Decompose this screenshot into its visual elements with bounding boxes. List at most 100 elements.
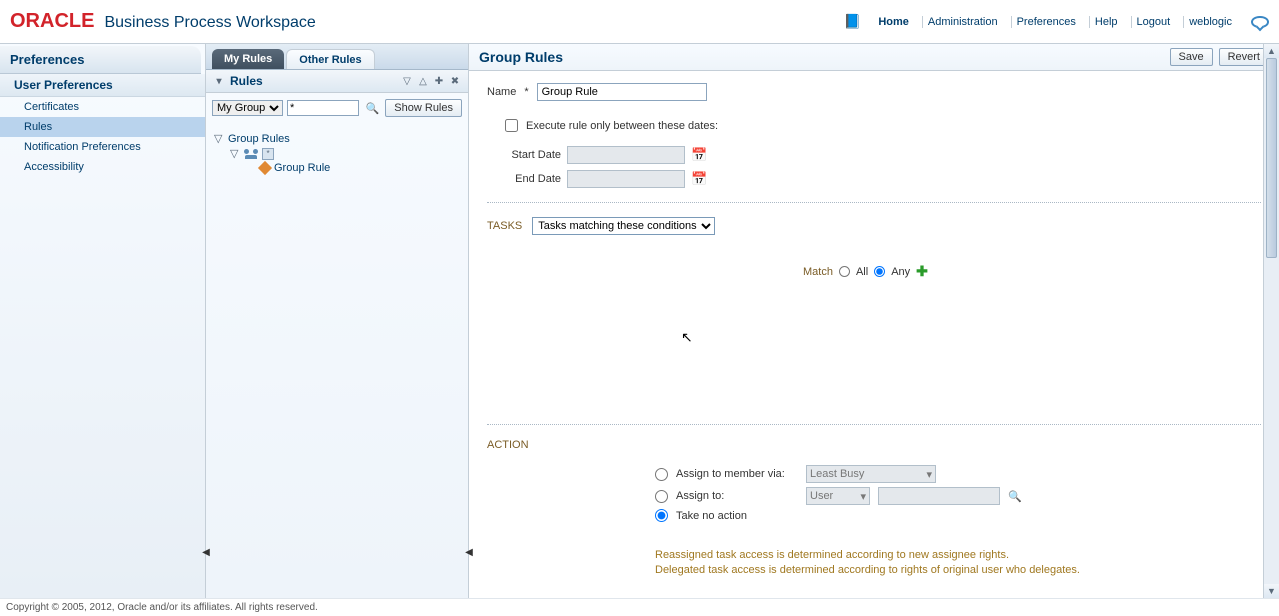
calendar-icon[interactable]: 📅 xyxy=(691,147,707,163)
tab-other-rules[interactable]: Other Rules xyxy=(286,49,374,69)
start-date-row: Start Date 📅 xyxy=(505,146,1261,164)
info-text: Reassigned task access is determined acc… xyxy=(655,548,1261,579)
scrollbar[interactable]: ▲ ▼ xyxy=(1263,44,1279,598)
oracle-logo: ORACLE xyxy=(10,10,94,33)
search-icon[interactable]: 🔍 xyxy=(363,99,381,117)
tree-toggle-icon[interactable]: ▽ xyxy=(214,132,224,145)
scroll-up-icon[interactable]: ▲ xyxy=(1264,44,1279,58)
info-line-2: Delegated task access is determined acco… xyxy=(655,563,1261,578)
pref-item-rules[interactable]: Rules xyxy=(0,117,205,137)
nav-user[interactable]: weblogic xyxy=(1183,16,1237,28)
rules-tabs: My Rules Other Rules xyxy=(206,44,468,70)
match-any-radio[interactable] xyxy=(874,266,885,277)
action-take-none-label: Take no action xyxy=(676,510,747,522)
splitter-center[interactable]: ◀ xyxy=(466,44,472,598)
save-button[interactable]: Save xyxy=(1170,48,1213,66)
chat-icon[interactable] xyxy=(1251,16,1269,28)
app-title: Business Process Workspace xyxy=(104,14,315,32)
splitter-handle-icon: ◀ xyxy=(202,547,210,558)
center-panel: My Rules Other Rules ▾ Rules ▽ △ ✚ ✖ My … xyxy=(206,44,469,598)
tree-toggle-icon[interactable]: ▽ xyxy=(230,147,240,160)
revert-button[interactable]: Revert xyxy=(1219,48,1269,66)
sort-desc-icon[interactable]: ▽ xyxy=(400,74,414,88)
header-left: ORACLE Business Process Workspace xyxy=(10,10,316,33)
tree-rule-leaf[interactable]: Group Rule xyxy=(214,161,460,175)
nav-help[interactable]: Help xyxy=(1089,16,1123,28)
end-date-row: End Date 📅 xyxy=(505,170,1261,188)
date-block: Start Date 📅 End Date 📅 xyxy=(505,146,1261,188)
header-nav: 📘 Home Administration Preferences Help L… xyxy=(844,13,1269,30)
page-title: Group Rules xyxy=(479,49,563,65)
tree-root[interactable]: ▽ Group Rules xyxy=(214,131,460,146)
action-assign-member-label: Assign to member via: xyxy=(676,468,798,480)
scroll-down-icon[interactable]: ▼ xyxy=(1264,584,1279,598)
chevron-down-icon: ▾ xyxy=(926,468,932,481)
form-area: Name * Execute rule only between these d… xyxy=(469,71,1279,598)
main-container: Preferences User Preferences Certificate… xyxy=(0,44,1279,598)
assign-to-input xyxy=(878,487,1000,505)
action-section: ACTION Assign to member via: Least Busy▾… xyxy=(487,439,1261,579)
right-panel: Group Rules Save Revert Name * Execute r… xyxy=(469,44,1279,598)
right-header: Group Rules Save Revert xyxy=(469,44,1279,71)
app-header: ORACLE Business Process Workspace 📘 Home… xyxy=(0,0,1279,44)
add-icon[interactable]: ✚ xyxy=(432,74,446,88)
calendar-icon[interactable]: 📅 xyxy=(691,171,707,187)
group-select[interactable]: My Group xyxy=(212,100,283,116)
pref-list: Certificates Rules Notification Preferen… xyxy=(0,97,205,177)
tasks-label: TASKS xyxy=(487,220,522,232)
assign-member-select: Least Busy▾ xyxy=(806,465,936,483)
search-user-icon[interactable]: 🔍 xyxy=(1008,490,1022,503)
sort-asc-icon[interactable]: △ xyxy=(416,74,430,88)
pref-item-notifications[interactable]: Notification Preferences xyxy=(0,137,205,157)
start-date-label: Start Date xyxy=(505,149,561,161)
divider xyxy=(487,202,1261,203)
nav-home[interactable]: Home xyxy=(873,16,914,28)
nav-admin[interactable]: Administration xyxy=(922,16,1003,28)
tab-my-rules[interactable]: My Rules xyxy=(212,49,284,69)
required-mark: * xyxy=(524,86,528,98)
info-line-1: Reassigned task access is determined acc… xyxy=(655,548,1261,563)
end-date-input xyxy=(567,170,685,188)
match-any-label: Any xyxy=(891,266,910,278)
add-condition-icon[interactable]: ✚ xyxy=(916,263,928,280)
show-rules-button[interactable]: Show Rules xyxy=(385,99,462,117)
nav-logout[interactable]: Logout xyxy=(1131,16,1176,28)
pref-item-accessibility[interactable]: Accessibility xyxy=(0,157,205,177)
rules-tree: ▽ Group Rules ▽ * Group Rule xyxy=(206,123,468,183)
tasks-icon[interactable]: 📘 xyxy=(844,13,861,30)
tasks-select[interactable]: Tasks matching these conditions xyxy=(532,217,715,235)
group-icon xyxy=(244,149,258,159)
left-panel: Preferences User Preferences Certificate… xyxy=(0,44,206,598)
splitter-left[interactable]: ◀ xyxy=(203,44,209,598)
chevron-down-icon: ▾ xyxy=(860,490,866,503)
tree-leaf-label: Group Rule xyxy=(274,162,330,174)
divider xyxy=(487,424,1261,425)
action-assign-member-row: Assign to member via: Least Busy▾ xyxy=(655,465,1261,483)
splitter-handle-icon: ◀ xyxy=(465,547,473,558)
collapse-icon[interactable]: ▾ xyxy=(212,74,226,88)
pref-item-certificates[interactable]: Certificates xyxy=(0,97,205,117)
action-assign-to-radio[interactable] xyxy=(655,490,668,503)
footer: Copyright © 2005, 2012, Oracle and/or it… xyxy=(0,598,1279,616)
match-all-radio[interactable] xyxy=(839,266,850,277)
execute-dates-checkbox[interactable] xyxy=(505,119,518,132)
left-panel-subtitle: User Preferences xyxy=(0,74,205,97)
match-row: Match All Any ✚ xyxy=(803,263,1261,280)
action-assign-to-label: Assign to: xyxy=(676,490,798,502)
nav-preferences[interactable]: Preferences xyxy=(1011,16,1081,28)
end-date-label: End Date xyxy=(505,173,561,185)
start-date-input xyxy=(567,146,685,164)
star-badge-icon: * xyxy=(262,148,274,160)
left-panel-title: Preferences xyxy=(0,46,201,74)
execute-dates-label: Execute rule only between these dates: xyxy=(526,120,718,132)
tree-group-node[interactable]: ▽ * xyxy=(214,146,460,161)
action-take-none-row: Take no action xyxy=(655,509,1261,522)
delete-icon[interactable]: ✖ xyxy=(448,74,462,88)
rule-icon xyxy=(258,161,272,175)
scroll-thumb[interactable] xyxy=(1266,58,1277,258)
action-take-none-radio[interactable] xyxy=(655,509,668,522)
execute-dates-row: Execute rule only between these dates: xyxy=(505,119,1261,132)
name-input[interactable] xyxy=(537,83,707,101)
action-assign-member-radio[interactable] xyxy=(655,468,668,481)
filter-input[interactable] xyxy=(287,100,359,116)
